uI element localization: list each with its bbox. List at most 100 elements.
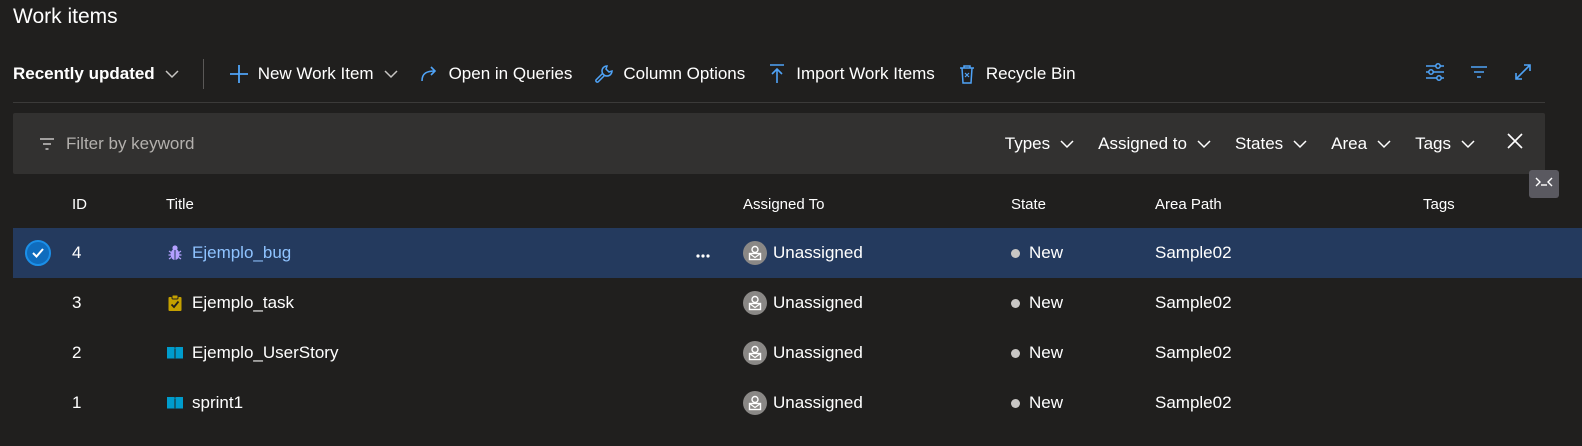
view-options-icon[interactable] bbox=[1413, 52, 1457, 92]
column-header-area[interactable]: Area Path bbox=[1155, 196, 1222, 213]
fullscreen-icon[interactable] bbox=[1501, 52, 1545, 92]
unassigned-avatar-icon bbox=[743, 241, 767, 265]
chevron-down-icon bbox=[1060, 134, 1074, 154]
row-title-cell: Ejemplo_task bbox=[166, 278, 294, 328]
import-work-items-button[interactable]: Import Work Items bbox=[756, 54, 946, 94]
close-filter-button[interactable] bbox=[1493, 113, 1537, 174]
row-title-cell: Ejemplo_UserStory bbox=[166, 328, 338, 378]
row-assigned: Unassigned bbox=[773, 293, 863, 312]
state-dot-icon bbox=[1011, 348, 1020, 358]
column-header-title[interactable]: Title bbox=[166, 196, 194, 213]
close-icon bbox=[1507, 133, 1523, 154]
row-area: Sample02 bbox=[1155, 393, 1232, 412]
chevron-down-icon bbox=[165, 69, 179, 79]
chevron-down-icon bbox=[1377, 134, 1391, 154]
upload-icon bbox=[766, 63, 788, 85]
import-work-items-label: Import Work Items bbox=[796, 64, 935, 83]
row-state: New bbox=[1029, 293, 1064, 312]
row-assigned: Unassigned bbox=[773, 393, 863, 412]
column-options-label: Column Options bbox=[623, 64, 746, 83]
toolbar-divider bbox=[13, 102, 1545, 103]
row-id: 1 bbox=[72, 393, 82, 412]
filter-assigned-label: Assigned to bbox=[1098, 133, 1187, 153]
wrench-icon bbox=[593, 63, 615, 85]
toolbar: Recently updated New Work Item Open in Q… bbox=[13, 52, 1545, 96]
new-work-item-button[interactable]: New Work Item bbox=[218, 54, 409, 94]
row-checkbox[interactable] bbox=[25, 228, 51, 278]
row-state-cell: New bbox=[1011, 378, 1063, 428]
table-row[interactable]: 3 Ejemplo_task Unassigned New Sample02 bbox=[13, 278, 1582, 328]
row-state-cell: New bbox=[1011, 278, 1063, 328]
row-id: 3 bbox=[72, 293, 82, 312]
work-item-link[interactable]: Ejemplo_UserStory bbox=[192, 343, 338, 363]
toolbar-separator bbox=[202, 59, 204, 89]
column-header-assigned[interactable]: Assigned To bbox=[743, 196, 824, 213]
chevron-down-icon bbox=[1197, 134, 1211, 154]
row-id: 2 bbox=[72, 343, 82, 362]
page-title: Work items bbox=[13, 5, 118, 28]
unassigned-avatar-icon bbox=[743, 391, 767, 415]
row-area: Sample02 bbox=[1155, 343, 1232, 362]
unassigned-avatar-icon bbox=[743, 291, 767, 315]
chevron-down-icon bbox=[384, 69, 398, 79]
row-area: Sample02 bbox=[1155, 243, 1232, 262]
filter-types-label: Types bbox=[1004, 133, 1051, 153]
work-items-grid: 4 Ejemplo_bug Unassigned New Sample02 3 … bbox=[13, 228, 1582, 428]
recycle-bin-icon bbox=[956, 63, 978, 85]
column-header-state[interactable]: State bbox=[1011, 196, 1046, 213]
grid-header: ID Title Assigned To State Area Path Tag… bbox=[13, 188, 1582, 222]
ellipsis-icon bbox=[696, 243, 710, 263]
row-state-cell: New bbox=[1011, 328, 1063, 378]
open-queries-icon bbox=[419, 63, 441, 85]
row-title-cell: sprint1 bbox=[166, 378, 243, 428]
row-assigned-cell: Unassigned bbox=[743, 228, 863, 278]
row-state: New bbox=[1029, 343, 1064, 362]
filter-tags-dropdown[interactable]: Tags bbox=[1403, 113, 1487, 174]
work-item-link[interactable]: sprint1 bbox=[192, 393, 243, 413]
work-item-link[interactable]: Ejemplo_task bbox=[192, 293, 294, 313]
work-item-link[interactable]: Ejemplo_bug bbox=[192, 243, 291, 263]
open-in-queries-button[interactable]: Open in Queries bbox=[409, 54, 584, 94]
table-row[interactable]: 2 Ejemplo_UserStory Unassigned New Sampl… bbox=[13, 328, 1582, 378]
recycle-bin-button[interactable]: Recycle Bin bbox=[946, 54, 1087, 94]
filter-area-dropdown[interactable]: Area bbox=[1319, 113, 1403, 174]
recently-updated-pivot[interactable]: Recently updated bbox=[13, 54, 189, 94]
filter-types-dropdown[interactable]: Types bbox=[993, 113, 1086, 174]
filter-area-label: Area bbox=[1331, 133, 1368, 153]
filter-tags-label: Tags bbox=[1415, 133, 1451, 153]
state-dot-icon bbox=[1011, 248, 1020, 258]
chevron-down-icon bbox=[1293, 134, 1307, 154]
more-actions-button[interactable] bbox=[696, 228, 710, 278]
column-header-tags[interactable]: Tags bbox=[1423, 196, 1455, 213]
row-state: New bbox=[1029, 393, 1064, 412]
toolbar-right bbox=[1413, 52, 1545, 92]
pivot-label: Recently updated bbox=[13, 64, 155, 83]
row-assigned: Unassigned bbox=[773, 343, 863, 362]
check-icon bbox=[25, 240, 51, 266]
plus-icon bbox=[228, 63, 250, 85]
recycle-bin-label: Recycle Bin bbox=[985, 64, 1076, 83]
table-row[interactable]: 4 Ejemplo_bug Unassigned New Sample02 bbox=[13, 228, 1582, 278]
task-icon bbox=[166, 294, 184, 312]
row-id: 4 bbox=[72, 243, 82, 262]
table-row[interactable]: 1 sprint1 Unassigned New Sample02 bbox=[13, 378, 1582, 428]
row-assigned: Unassigned bbox=[773, 243, 863, 262]
filter-dropdowns: Types Assigned to States Area Tags bbox=[993, 113, 1545, 174]
column-header-id[interactable]: ID bbox=[72, 196, 87, 213]
filter-keyword-input[interactable] bbox=[66, 133, 466, 154]
bug-icon bbox=[166, 244, 184, 262]
user-story-icon bbox=[166, 394, 184, 412]
row-title-cell: Ejemplo_bug bbox=[166, 228, 291, 278]
open-in-queries-label: Open in Queries bbox=[448, 64, 573, 83]
filter-icon[interactable] bbox=[1457, 52, 1501, 92]
row-area: Sample02 bbox=[1155, 293, 1232, 312]
filter-keyword-icon bbox=[37, 134, 57, 154]
filter-states-dropdown[interactable]: States bbox=[1223, 113, 1319, 174]
column-options-button[interactable]: Column Options bbox=[583, 54, 756, 94]
user-story-icon bbox=[166, 344, 184, 362]
filter-assigned-dropdown[interactable]: Assigned to bbox=[1086, 113, 1223, 174]
filter-states-label: States bbox=[1234, 133, 1284, 153]
filter-bar: Types Assigned to States Area Tags bbox=[13, 113, 1545, 174]
state-dot-icon bbox=[1011, 398, 1020, 408]
unassigned-avatar-icon bbox=[743, 341, 767, 365]
